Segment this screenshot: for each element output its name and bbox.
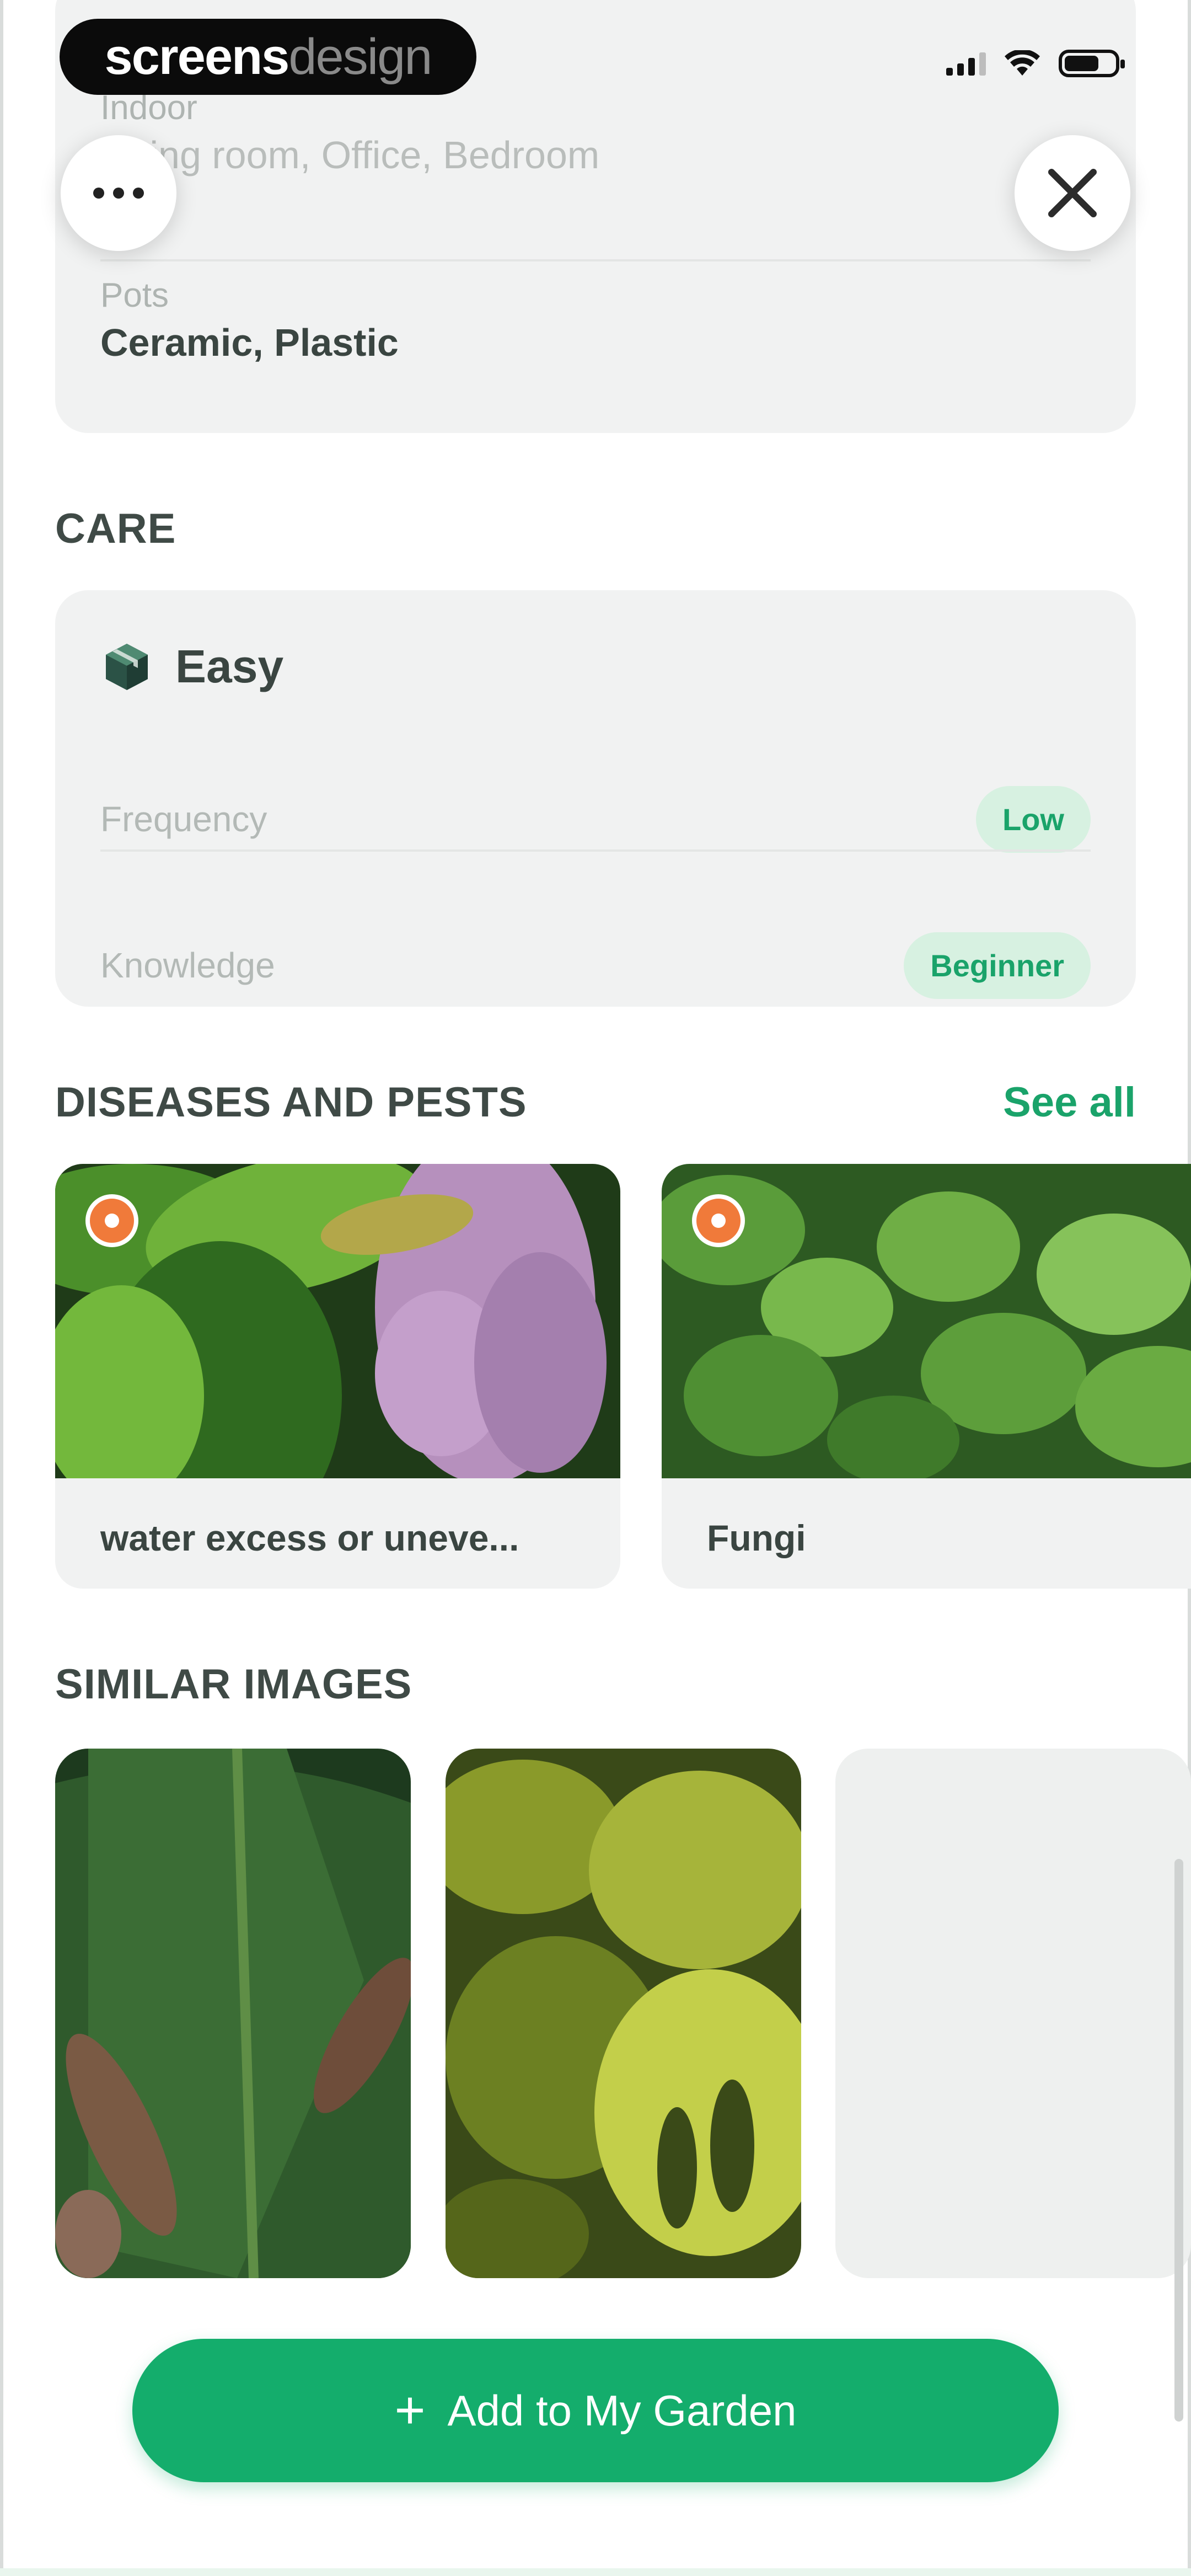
- disease-image: [55, 1164, 620, 1478]
- watermark-text-a: screens: [104, 28, 290, 85]
- close-icon: [1048, 169, 1097, 217]
- more-icon: [93, 188, 144, 199]
- disease-name: water excess or uneve...: [100, 1517, 519, 1558]
- care-card: Easy Frequency Low Knowledge Beginner: [55, 590, 1136, 1007]
- care-level: Easy: [175, 640, 284, 692]
- care-divider: [100, 849, 1091, 852]
- disease-card[interactable]: water excess or uneve...: [55, 1164, 620, 1589]
- similar-image[interactable]: [55, 1749, 411, 2278]
- device-edge-left: [0, 0, 3, 2576]
- add-to-garden-button[interactable]: + Add to My Garden: [132, 2339, 1059, 2482]
- care-level-row: Easy: [100, 640, 283, 693]
- warning-icon: [692, 1194, 745, 1247]
- wifi-icon: [1005, 50, 1040, 76]
- add-to-garden-label: Add to My Garden: [447, 2386, 797, 2435]
- knowledge-label: Knowledge: [100, 945, 275, 985]
- indoor-value: Living room, Office, Bedroom: [100, 133, 600, 177]
- care-row-frequency: Frequency Low: [100, 778, 1091, 861]
- more-options-button[interactable]: [61, 135, 176, 251]
- status-icons: [946, 50, 1125, 77]
- knowledge-badge: Beginner: [904, 932, 1091, 999]
- frequency-label: Frequency: [100, 799, 267, 839]
- cellular-signal-icon: [946, 51, 986, 76]
- care-row-knowledge: Knowledge Beginner: [100, 924, 1091, 1007]
- disease-card[interactable]: Fungi: [662, 1164, 1191, 1589]
- close-button[interactable]: [1015, 135, 1130, 251]
- disease-name: Fungi: [707, 1517, 806, 1558]
- see-all-link[interactable]: See all: [1003, 1078, 1136, 1126]
- similar-images-section-title: SIMILAR IMAGES: [55, 1661, 412, 1708]
- screensdesign-watermark: screens design: [60, 19, 476, 95]
- pots-label: Pots: [100, 276, 169, 314]
- battery-icon: [1059, 50, 1125, 77]
- watermark-text-b: design: [288, 28, 432, 85]
- warning-icon: [85, 1194, 138, 1247]
- scrollbar[interactable]: [1174, 1859, 1183, 2422]
- plus-icon: +: [394, 2381, 426, 2440]
- pots-value: Ceramic, Plastic: [100, 321, 399, 364]
- care-section-title: CARE: [55, 505, 176, 552]
- box-icon: [106, 643, 148, 690]
- divider: [100, 259, 1091, 261]
- similar-image[interactable]: [446, 1749, 801, 2278]
- diseases-section-title: DISEASES AND PESTS: [55, 1079, 527, 1126]
- indoor-row: Indoor Living room, Office, Bedroom: [100, 88, 599, 177]
- pots-row: Pots Ceramic, Plastic: [100, 276, 399, 365]
- similar-image-placeholder[interactable]: [835, 1749, 1191, 2278]
- bottom-strip: [0, 2568, 1191, 2576]
- frequency-badge: Low: [976, 785, 1091, 853]
